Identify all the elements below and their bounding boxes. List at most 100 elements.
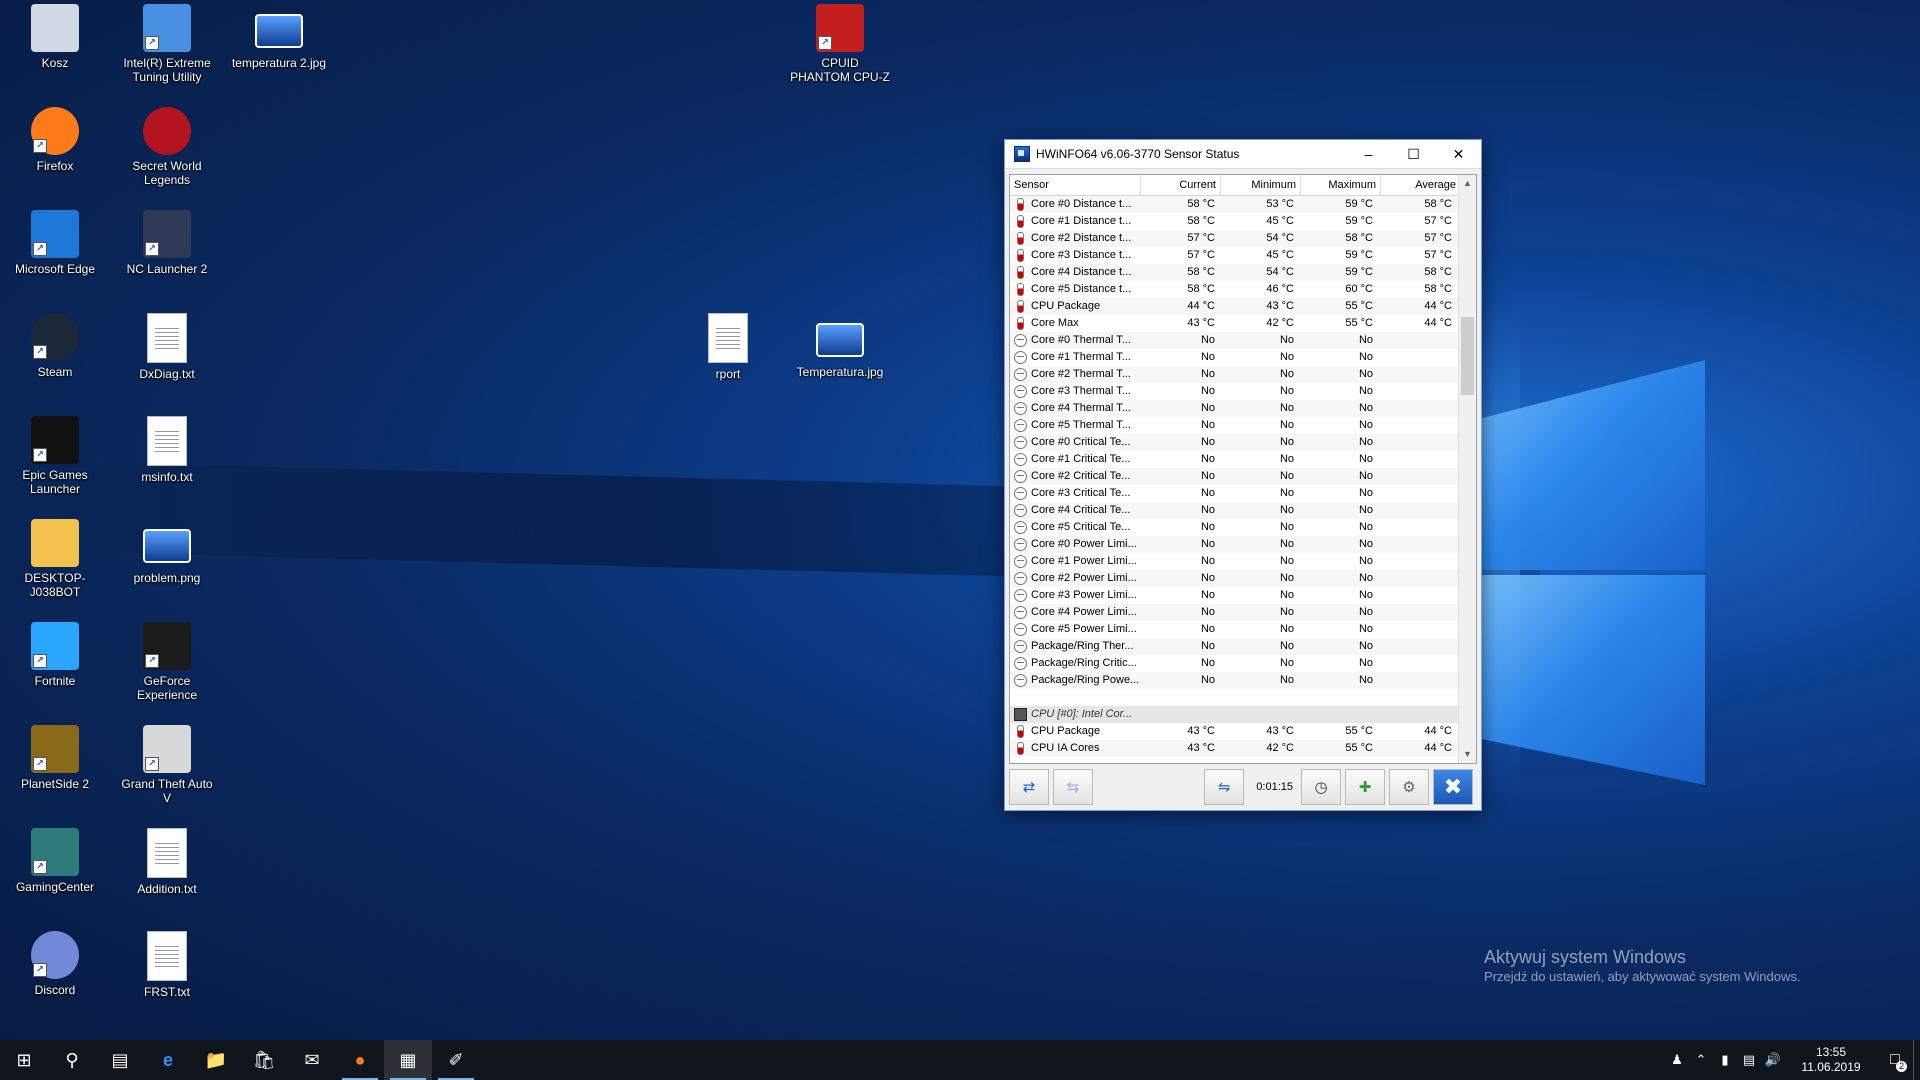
nav-arrows-dim-icon[interactable]: ⇆ [1053, 769, 1093, 805]
sensor-row[interactable]: Core #5 Thermal T... No No No [1010, 417, 1458, 434]
sensor-row[interactable]: Core #4 Thermal T... No No No [1010, 400, 1458, 417]
sensor-row[interactable]: Core #0 Critical Te... No No No [1010, 434, 1458, 451]
close-window-button[interactable]: ✕ [1436, 140, 1481, 168]
sensor-row[interactable]: Core #1 Critical Te... No No No [1010, 451, 1458, 468]
sensor-row[interactable]: Core Max 43 °C 42 °C 55 °C 44 °C [1010, 315, 1458, 332]
sensor-row[interactable]: CPU IA Cores 43 °C 42 °C 55 °C 44 °C [1010, 740, 1458, 757]
desktop-icon[interactable]: ↗ GeForce Experience [117, 622, 217, 702]
hwinfo-sensor-window[interactable]: HWiNFO64 v6.06-3770 Sensor Status – ☐ ✕ … [1004, 139, 1482, 811]
sensor-row[interactable]: Core #1 Thermal T... No No No [1010, 349, 1458, 366]
sensor-row[interactable]: Core #2 Power Limi... No No No [1010, 570, 1458, 587]
action-center-icon[interactable]: □ 2 [1877, 1040, 1913, 1080]
sensor-name-cell: Core #1 Distance t... [1010, 213, 1140, 230]
edge-icon[interactable]: e [144, 1040, 192, 1080]
sensor-row[interactable]: Core #0 Thermal T... No No No [1010, 332, 1458, 349]
sensor-row[interactable] [1010, 689, 1458, 706]
battery-icon[interactable]: ▮ [1713, 1052, 1737, 1068]
desktop-icon[interactable]: msinfo.txt [117, 416, 217, 484]
column-header-average[interactable]: Average [1381, 175, 1460, 195]
thermometer-icon [1017, 300, 1024, 313]
desktop-icon[interactable]: ↗ Discord [5, 931, 105, 997]
sensor-row[interactable]: CPU Package 44 °C 43 °C 55 °C 44 °C [1010, 298, 1458, 315]
windows-start-icon[interactable]: ⊞ [0, 1040, 48, 1080]
mail-icon[interactable]: ✉ [288, 1040, 336, 1080]
sensor-row[interactable]: Core #2 Distance t... 57 °C 54 °C 58 °C 57 °… [1010, 230, 1458, 247]
desktop-icon[interactable]: FRST.txt [117, 931, 217, 999]
store-icon[interactable]: 🛍 [240, 1040, 288, 1080]
desktop-icon[interactable]: Addition.txt [117, 828, 217, 896]
sensor-row[interactable]: Core #4 Distance t... 58 °C 54 °C 59 °C 58 °… [1010, 264, 1458, 281]
sensor-row[interactable]: CPU Package 43 °C 43 °C 55 °C 44 °C [1010, 723, 1458, 740]
sensor-row[interactable]: Core #2 Thermal T... No No No [1010, 366, 1458, 383]
minimize-button[interactable]: – [1346, 140, 1391, 168]
desktop-icon[interactable]: ↗ Microsoft Edge [5, 210, 105, 276]
sensor-row[interactable]: Package/Ring Critic... No No No [1010, 655, 1458, 672]
sensor-row[interactable]: Package/Ring Ther... No No No [1010, 638, 1458, 655]
desktop-icon[interactable]: rport [678, 313, 778, 381]
sensor-row[interactable]: Core #5 Critical Te... No No No [1010, 519, 1458, 536]
sensor-table[interactable]: Sensor Current Minimum Maximum Average C… [1009, 174, 1477, 764]
firefox-icon[interactable]: ● [336, 1040, 384, 1080]
sensor-row[interactable]: Core #1 Power Limi... No No No [1010, 553, 1458, 570]
sensor-row[interactable]: Core #1 Distance t... 58 °C 45 °C 59 °C 57 °… [1010, 213, 1458, 230]
sensor-row[interactable]: Core #3 Thermal T... No No No [1010, 383, 1458, 400]
desktop-icon[interactable]: problem.png [117, 519, 217, 585]
desktop-icon[interactable]: DxDiag.txt [117, 313, 217, 381]
column-header-maximum[interactable]: Maximum [1301, 175, 1381, 195]
scroll-down-arrow[interactable]: ▼ [1459, 746, 1476, 763]
sensor-row[interactable]: Core #5 Power Limi... No No No [1010, 621, 1458, 638]
show-desktop-button[interactable] [1913, 1040, 1920, 1080]
desktop-icon[interactable]: temperatura 2.jpg [229, 4, 329, 70]
close-icon[interactable]: ✖ [1433, 769, 1473, 805]
desktop-icon[interactable]: ↗ Firefox [5, 107, 105, 173]
desktop-icon[interactable]: ↗ GamingCenter [5, 828, 105, 894]
desktop-icon[interactable]: ↗ Grand Theft Auto V [117, 725, 217, 805]
sensor-row[interactable]: Core #5 Distance t... 58 °C 46 °C 60 °C 58 °… [1010, 281, 1458, 298]
desktop-icon[interactable]: ↗ CPUID PHANTOM CPU-Z [790, 4, 890, 84]
network-tray-icon[interactable]: ▤ [1737, 1052, 1761, 1068]
desktop-icon[interactable]: Temperatura.jpg [790, 313, 890, 379]
column-header-minimum[interactable]: Minimum [1221, 175, 1301, 195]
people-icon[interactable]: ♟ [1665, 1052, 1689, 1068]
column-header-sensor[interactable]: Sensor [1010, 175, 1141, 195]
network-icon[interactable]: ⇋ [1204, 769, 1245, 805]
vertical-scrollbar[interactable]: ▲ ▼ [1458, 175, 1476, 763]
sensor-row[interactable]: Core #3 Critical Te... No No No [1010, 485, 1458, 502]
sensor-row[interactable]: Core #4 Power Limi... No No No [1010, 604, 1458, 621]
taskbar-clock[interactable]: 13:55 11.06.2019 [1791, 1045, 1871, 1075]
sensor-row[interactable]: Core #3 Power Limi... No No No [1010, 587, 1458, 604]
settings-icon[interactable]: ⚙ [1389, 769, 1429, 805]
tray-chevron-icon[interactable]: ⌃ [1689, 1052, 1713, 1068]
sensor-row[interactable]: Package/Ring Powe... No No No [1010, 672, 1458, 689]
paint-icon[interactable]: ✐ [432, 1040, 480, 1080]
add-report-icon[interactable]: ✚ [1345, 769, 1385, 805]
desktop-icon[interactable]: ↗ Steam [5, 313, 105, 379]
desktop-icon[interactable]: ↗ Epic Games Launcher [5, 416, 105, 496]
desktop-icon[interactable]: ↗ Fortnite [5, 622, 105, 688]
desktop-icon[interactable]: DESKTOP-J038BOT [5, 519, 105, 599]
desktop-icon[interactable]: ↗ Intel(R) Extreme Tuning Utility [117, 4, 217, 84]
maximize-button[interactable]: ☐ [1391, 140, 1436, 168]
desktop-icon[interactable]: Kosz [5, 4, 105, 70]
sensor-row[interactable]: Core #2 Critical Te... No No No [1010, 468, 1458, 485]
sensor-row[interactable]: Core #3 Distance t... 57 °C 45 °C 59 °C 57 °… [1010, 247, 1458, 264]
hwinfo-icon[interactable]: ▦ [384, 1040, 432, 1080]
nav-arrows-icon[interactable]: ⇄ [1009, 769, 1049, 805]
desktop-icon-label: PlanetSide 2 [20, 777, 90, 791]
sensor-group-row[interactable]: CPU [#0]: Intel Cor... [1010, 706, 1458, 723]
desktop-icon[interactable]: ↗ NC Launcher 2 [117, 210, 217, 276]
sensor-row[interactable]: Core #0 Distance t... 58 °C 53 °C 59 °C 58 °… [1010, 196, 1458, 213]
desktop-icon[interactable]: Secret World Legends [117, 107, 217, 187]
sensor-row[interactable]: Core #0 Power Limi... No No No [1010, 536, 1458, 553]
search-icon[interactable]: ⚲ [48, 1040, 96, 1080]
task-view-icon[interactable]: ▤ [96, 1040, 144, 1080]
clock-icon[interactable]: ◷ [1301, 769, 1341, 805]
sensor-row[interactable]: Core #4 Critical Te... No No No [1010, 502, 1458, 519]
scroll-up-arrow[interactable]: ▲ [1459, 175, 1476, 192]
scrollbar-thumb[interactable] [1461, 317, 1474, 395]
desktop-icon[interactable]: ↗ PlanetSide 2 [5, 725, 105, 791]
volume-icon[interactable]: 🔊 [1761, 1052, 1785, 1068]
window-titlebar[interactable]: HWiNFO64 v6.06-3770 Sensor Status – ☐ ✕ [1005, 140, 1481, 169]
column-header-current[interactable]: Current [1141, 175, 1221, 195]
file-explorer-icon[interactable]: 📁 [192, 1040, 240, 1080]
